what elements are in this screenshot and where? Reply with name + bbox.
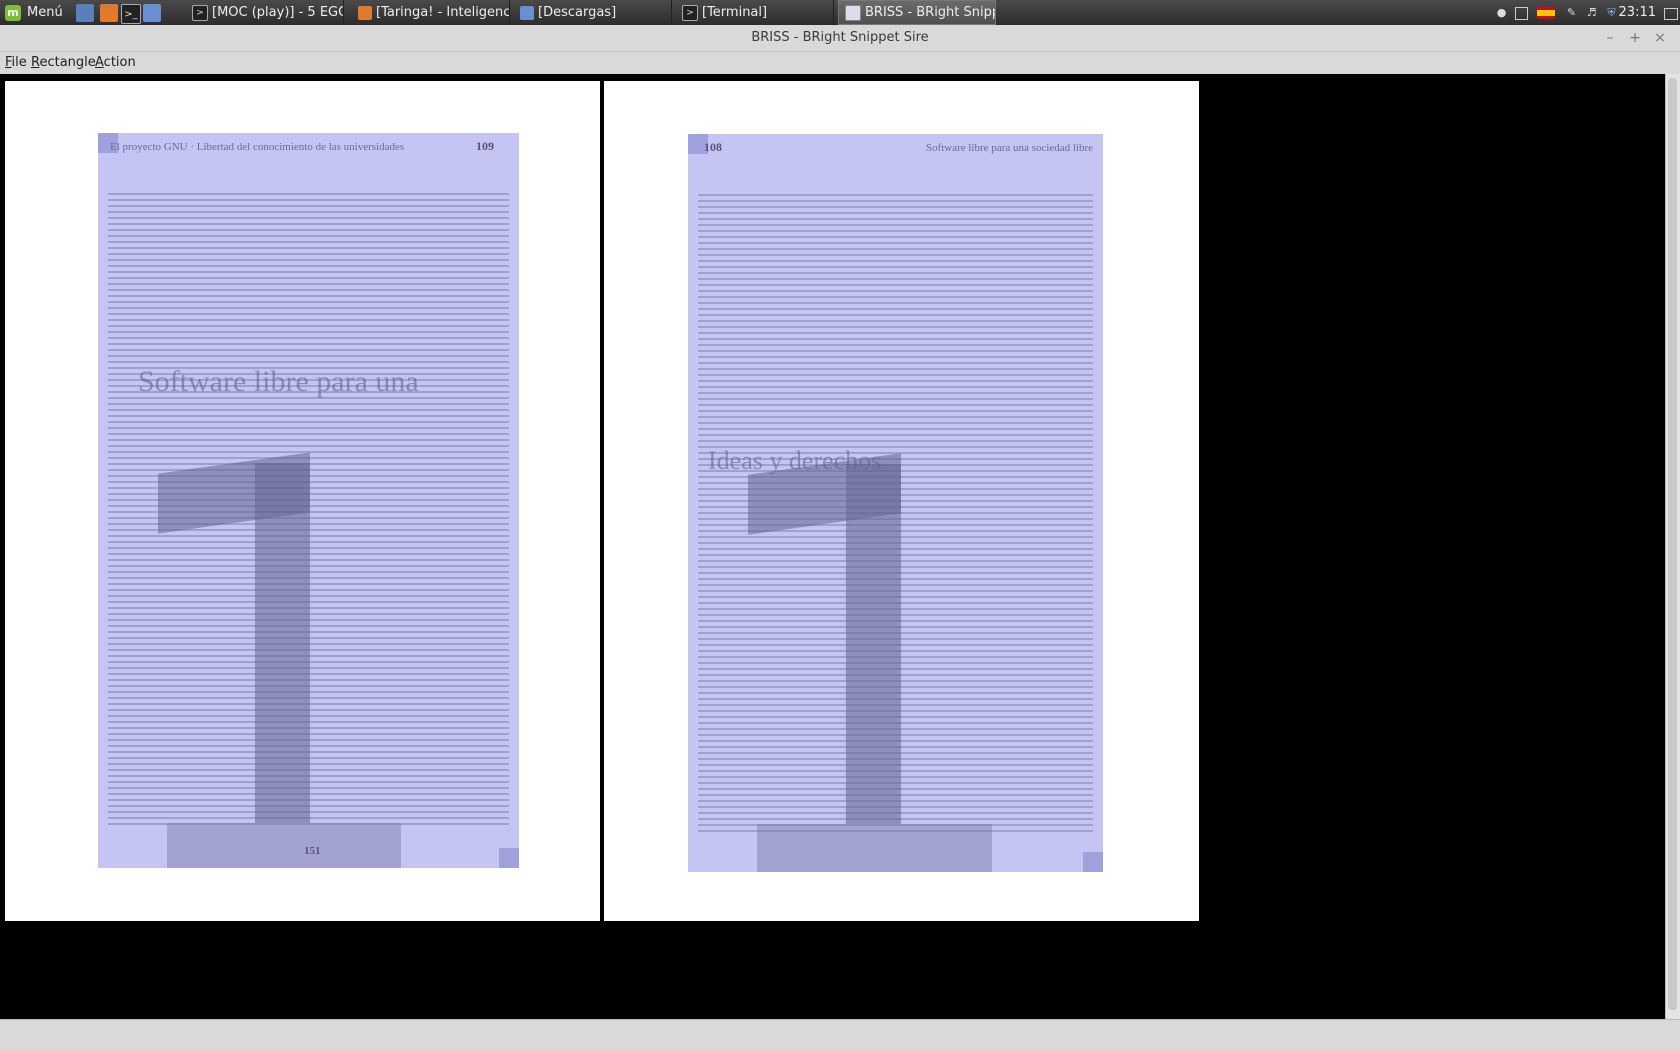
minimize-button[interactable]: – [1600, 28, 1620, 48]
crop-resize-handle-bottom-right[interactable] [499, 848, 519, 868]
start-menu-label: Menú [27, 5, 63, 20]
network-icon[interactable] [1515, 7, 1528, 20]
task-label: BRISS - BRight Snipp... [865, 5, 995, 20]
menu-file[interactable]: File [5, 55, 27, 70]
terminal-launcher-icon[interactable]: >_ [121, 4, 141, 24]
show-desktop-icon[interactable] [76, 4, 94, 22]
terminal-icon: > [682, 4, 698, 21]
menu-rectangle[interactable]: Rectangle [31, 55, 96, 70]
footer-page-number: 151 [304, 845, 321, 857]
spain-flag-icon[interactable] [1537, 7, 1555, 19]
maximize-button[interactable]: + [1625, 28, 1645, 48]
terminal-icon: > [192, 4, 208, 21]
display-icon[interactable] [1664, 8, 1678, 20]
mint-logo-icon: m [5, 4, 21, 21]
clock[interactable]: 23:11 [1619, 0, 1656, 25]
page-header-text: Software libre para una sociedad libre [925, 142, 1093, 154]
pen-icon[interactable]: ✎ [1564, 5, 1579, 20]
task-moc-player[interactable]: > [MOC (play)] - 5 EGOI... [186, 0, 344, 25]
page-preview-left[interactable]: El proyecto GNU · Libertad del conocimie… [5, 81, 600, 921]
firefox-icon [358, 5, 372, 20]
menubar: File Rectangle Action [0, 52, 1680, 74]
task-briss[interactable]: BRISS - BRight Snipp... [838, 0, 996, 25]
task-terminal[interactable]: > [Terminal] [676, 0, 834, 25]
start-menu-button[interactable]: m Menú [0, 0, 70, 25]
close-button[interactable]: × [1650, 28, 1670, 48]
folder-icon [520, 5, 534, 20]
page-number: 109 [476, 139, 494, 153]
user-icon[interactable]: ● [1494, 5, 1509, 20]
page-number: 108 [704, 140, 722, 154]
shield-icon[interactable]: ⛨ [1604, 5, 1619, 20]
task-label: [Terminal] [702, 5, 768, 20]
firefox-icon[interactable] [100, 4, 118, 22]
vertical-scrollbar[interactable] [1665, 74, 1680, 1019]
window-title: BRISS - BRight Snippet Sire [751, 30, 929, 45]
volume-icon[interactable]: ♬ [1584, 5, 1599, 20]
taskbar: m Menú >_ > [MOC (play)] - 5 EGOI... [Ta… [0, 0, 1680, 25]
window-titlebar[interactable]: BRISS - BRight Snippet Sire – + × [0, 25, 1680, 52]
task-label: [Descargas] [538, 5, 617, 20]
task-label: [Taringa! - Inteligenci... [376, 5, 510, 20]
task-label: [MOC (play)] - 5 EGOI... [212, 5, 343, 20]
crop-rectangle-right[interactable]: 108 Software libre para una sociedad lib… [688, 134, 1103, 872]
ghost-chapter-title: Software libre para una [138, 365, 419, 398]
page-preview-area[interactable]: El proyecto GNU · Libertad del conocimie… [0, 74, 1665, 1019]
footer-block [757, 824, 992, 872]
briss-app-icon [845, 4, 861, 21]
scrollbar-thumb[interactable] [1668, 78, 1677, 1010]
crop-rectangle-left[interactable]: El proyecto GNU · Libertad del conocimie… [98, 133, 519, 868]
footer-block [167, 823, 401, 868]
page-preview-right[interactable]: 108 Software libre para una sociedad lib… [604, 81, 1199, 921]
task-taringa[interactable]: [Taringa! - Inteligenci... [352, 0, 510, 25]
status-bar [0, 1019, 1680, 1051]
menu-action[interactable]: Action [95, 55, 136, 70]
folder-launcher-icon[interactable] [143, 4, 161, 22]
task-descargas[interactable]: [Descargas] [514, 0, 672, 25]
page-header-text: El proyecto GNU · Libertad del conocimie… [110, 141, 405, 153]
crop-resize-handle-bottom-right[interactable] [1083, 852, 1103, 872]
